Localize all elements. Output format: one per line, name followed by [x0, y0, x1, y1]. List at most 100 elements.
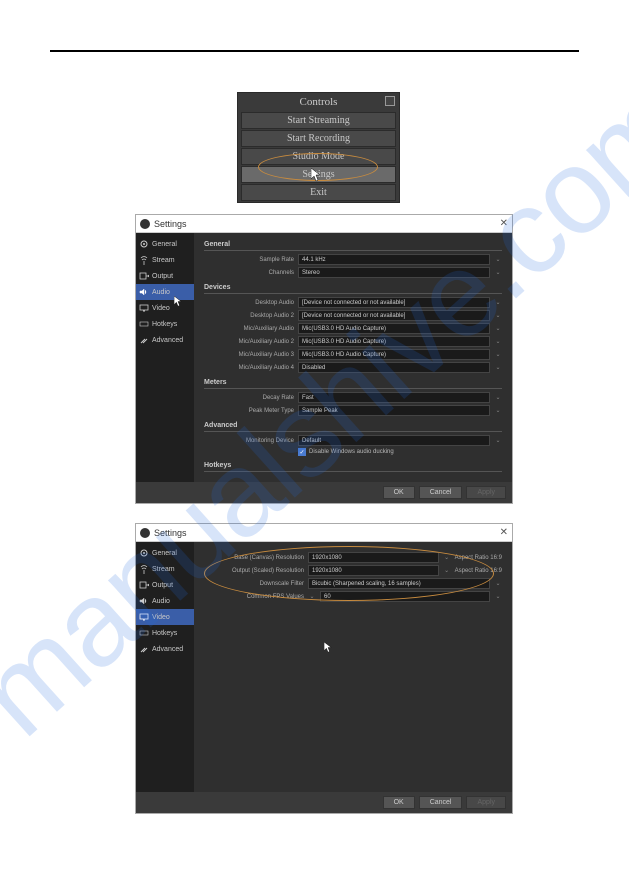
chevron-down-icon[interactable]: ⌄ — [494, 269, 502, 276]
mic-aux2-field[interactable]: Mic(USB3.0 HD Audio Capture) — [298, 336, 490, 347]
apply-button[interactable]: Apply — [466, 796, 506, 809]
sidebar-label: Advanced — [152, 337, 183, 344]
section-advanced-title: Advanced — [204, 422, 502, 432]
section-hotkeys-title: Hotkeys — [204, 462, 502, 472]
desktop-audio-field[interactable]: [Device not connected or not available] — [298, 297, 490, 308]
app-icon — [140, 219, 150, 229]
ducking-checkbox[interactable]: ✓ — [298, 448, 306, 456]
sidebar-item-output[interactable]: Output — [136, 268, 194, 284]
sidebar-item-hotkeys[interactable]: Hotkeys — [136, 625, 194, 641]
section-meters-title: Meters — [204, 379, 502, 389]
decay-rate-field[interactable]: Fast — [298, 392, 490, 403]
sidebar-label: Output — [152, 273, 173, 280]
sample-rate-label: Sample Rate — [204, 257, 294, 263]
peak-meter-label: Peak Meter Type — [204, 408, 294, 414]
cancel-button[interactable]: Cancel — [419, 796, 463, 809]
sidebar-item-audio[interactable]: Audio — [136, 284, 194, 300]
fps-field[interactable]: 60 — [320, 591, 490, 602]
controls-panel: Controls Start Streaming Start Recording… — [237, 92, 400, 203]
tools-icon — [139, 644, 149, 654]
sidebar: General Stream Output Audio Video Hotkey… — [136, 233, 194, 482]
output-icon — [139, 580, 149, 590]
fps-label: Common FPS Values — [204, 594, 304, 600]
window-title: Settings — [154, 219, 187, 229]
downscale-label: Downscale Filter — [204, 581, 304, 587]
sidebar-item-advanced[interactable]: Advanced — [136, 641, 194, 657]
apply-button[interactable]: Apply — [466, 486, 506, 499]
gear-icon — [139, 239, 149, 249]
start-streaming-button[interactable]: Start Streaming — [241, 112, 396, 129]
sidebar-label: Output — [152, 582, 173, 589]
settings-button[interactable]: Settings — [241, 166, 396, 183]
chevron-down-icon[interactable]: ⌄ — [494, 256, 502, 263]
chevron-down-icon[interactable]: ⌄ — [443, 567, 451, 574]
sidebar-item-video[interactable]: Video — [136, 300, 194, 316]
keyboard-icon — [139, 319, 149, 329]
dock-icon[interactable] — [385, 96, 395, 106]
chevron-down-icon[interactable]: ⌄ — [494, 325, 502, 332]
mic-aux4-field[interactable]: Disabled — [298, 362, 490, 373]
chevron-down-icon[interactable]: ⌄ — [494, 351, 502, 358]
chevron-down-icon[interactable]: ⌄ — [494, 394, 502, 401]
chevron-down-icon[interactable]: ⌄ — [494, 580, 502, 587]
desktop-audio2-field[interactable]: [Device not connected or not available] — [298, 310, 490, 321]
chevron-down-icon[interactable]: ⌄ — [443, 554, 451, 561]
desktop-audio-label: Desktop Audio — [204, 300, 294, 306]
sidebar-item-stream[interactable]: Stream — [136, 561, 194, 577]
sidebar-item-output[interactable]: Output — [136, 577, 194, 593]
mic-aux3-label: Mic/Auxiliary Audio 3 — [204, 352, 294, 358]
sidebar-item-advanced[interactable]: Advanced — [136, 332, 194, 348]
output-res-field[interactable]: 1920x1080 — [308, 565, 439, 576]
monitoring-device-field[interactable]: Default — [298, 435, 490, 446]
chevron-down-icon[interactable]: ⌄ — [494, 312, 502, 319]
sidebar-item-stream[interactable]: Stream — [136, 252, 194, 268]
section-general-title: General — [204, 241, 502, 251]
output-icon — [139, 271, 149, 281]
decay-rate-label: Decay Rate — [204, 395, 294, 401]
base-res-field[interactable]: 1920x1080 — [308, 552, 439, 563]
chevron-down-icon[interactable]: ⌄ — [494, 364, 502, 371]
sample-rate-field[interactable]: 44.1 kHz — [298, 254, 490, 265]
sidebar-item-general[interactable]: General — [136, 545, 194, 561]
ok-button[interactable]: OK — [383, 486, 415, 499]
content-area: Base (Canvas) Resolution1920x1080⌄Aspect… — [194, 542, 512, 792]
chevron-down-icon[interactable]: ⌄ — [494, 338, 502, 345]
sidebar-label: Video — [152, 305, 170, 312]
start-recording-button[interactable]: Start Recording — [241, 130, 396, 147]
chevron-down-icon[interactable]: ⌄ — [494, 407, 502, 414]
chevron-down-icon[interactable]: ⌄ — [494, 593, 502, 600]
downscale-field[interactable]: Bicubic (Sharpened scaling, 16 samples) — [308, 578, 490, 589]
top-rule — [50, 50, 579, 52]
cancel-button[interactable]: Cancel — [419, 486, 463, 499]
sidebar-label: Audio — [152, 289, 170, 296]
sidebar-item-video[interactable]: Video — [136, 609, 194, 625]
channels-field[interactable]: Stereo — [298, 267, 490, 278]
sidebar-label: Advanced — [152, 646, 183, 653]
antenna-icon — [139, 255, 149, 265]
mic-aux3-field[interactable]: Mic(USB3.0 HD Audio Capture) — [298, 349, 490, 360]
sidebar-label: General — [152, 550, 177, 557]
aspect-ratio-label: Aspect Ratio 16:9 — [455, 555, 502, 561]
chevron-down-icon[interactable]: ⌄ — [494, 437, 502, 444]
chevron-down-icon[interactable]: ⌄ — [494, 299, 502, 306]
monitor-icon — [139, 303, 149, 313]
sidebar-label: Hotkeys — [152, 630, 177, 637]
sidebar-item-hotkeys[interactable]: Hotkeys — [136, 316, 194, 332]
exit-button[interactable]: Exit — [241, 184, 396, 201]
sidebar-item-general[interactable]: General — [136, 236, 194, 252]
close-icon[interactable]: ✕ — [500, 527, 508, 538]
sidebar-label: Audio — [152, 598, 170, 605]
mic-aux-label: Mic/Auxiliary Audio — [204, 326, 294, 332]
peak-meter-field[interactable]: Sample Peak — [298, 405, 490, 416]
ok-button[interactable]: OK — [383, 796, 415, 809]
close-icon[interactable]: ✕ — [500, 218, 508, 229]
chevron-down-icon[interactable]: ⌄ — [308, 593, 316, 600]
sidebar-item-audio[interactable]: Audio — [136, 593, 194, 609]
sidebar-label: Stream — [152, 257, 175, 264]
gear-icon — [139, 548, 149, 558]
studio-mode-button[interactable]: Studio Mode — [241, 148, 396, 165]
sidebar-label: Video — [152, 614, 170, 621]
sidebar-label: General — [152, 241, 177, 248]
mic-aux-field[interactable]: Mic(USB3.0 HD Audio Capture) — [298, 323, 490, 334]
aspect-ratio-label: Aspect Ratio 16:9 — [455, 568, 502, 574]
